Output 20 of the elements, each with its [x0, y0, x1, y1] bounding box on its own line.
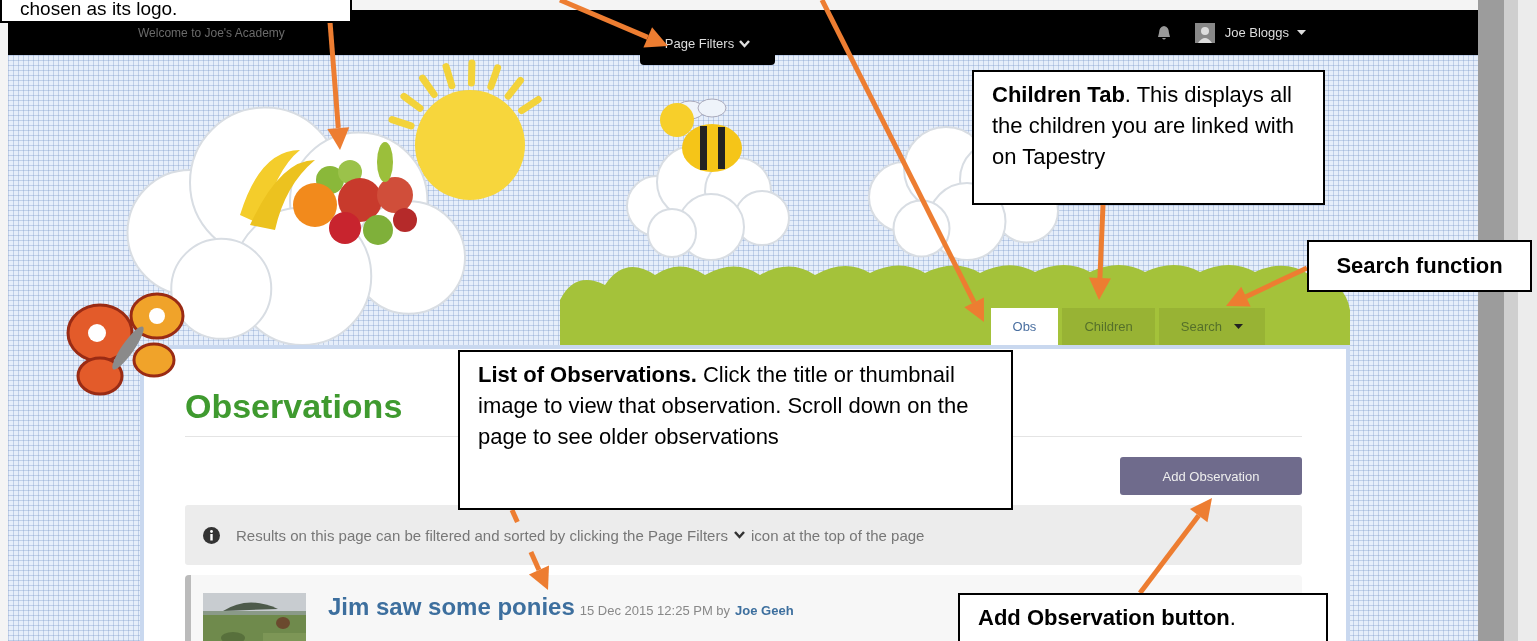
user-menu[interactable]: Joe Bloggs [1224, 25, 1306, 40]
notice-text: icon at the top of the page [750, 526, 925, 544]
avatar-icon [1194, 22, 1215, 43]
callout-note: Children Tab. This displays all the children you are linked with on Tapestry [972, 70, 1325, 205]
chevron-icon [739, 39, 751, 48]
observation-title-link[interactable]: Jim saw some ponies [328, 593, 575, 621]
chevron-icon [733, 531, 745, 539]
nav-tab[interactable]: Obs [990, 308, 1059, 345]
callout-note: Search function [1307, 240, 1532, 292]
bell-icon[interactable] [1156, 24, 1171, 41]
observation-date: 15 Dec 2015 12:25 PM by [579, 603, 731, 618]
callout-note: Add Observation button. [958, 593, 1328, 641]
caret-icon [1297, 30, 1306, 35]
notice-text: Results on this page can be filtered and sorted by clicking the Page Filters [236, 526, 728, 544]
callout-note: chosen as its logo. [0, 0, 352, 23]
author-link[interactable]: Joe Geeh [735, 603, 794, 618]
welcome-text: Welcome to Joe's Academy [138, 25, 285, 40]
callout-note: List of Observations. Click the title or thumbnail image to view that observation. Scroll down on the page to see older observations [458, 350, 1013, 510]
add-observation-button[interactable]: Add Observation [1120, 457, 1302, 495]
info-icon [203, 526, 220, 544]
